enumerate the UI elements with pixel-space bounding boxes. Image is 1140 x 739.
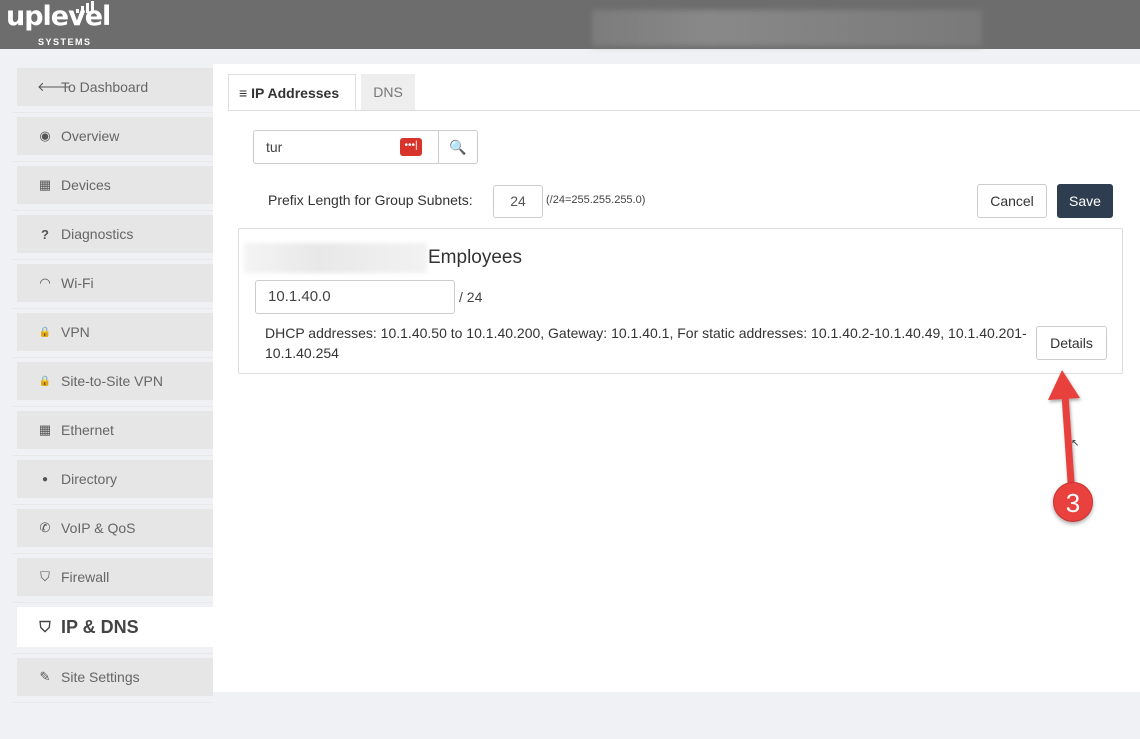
building-icon: ▦: [38, 422, 52, 437]
shield-icon: ⛉: [40, 569, 50, 584]
logo-signal-icon: [76, 1, 96, 13]
eye-icon: ◉: [39, 128, 51, 143]
sidebar-item-label: Ethernet: [61, 422, 114, 438]
tab-bar: ≡ IP Addresses DNS: [228, 74, 1140, 111]
sidebar-item-site-to-site-vpn[interactable]: 🔒 Site-to-Site VPN: [12, 358, 213, 407]
lock-icon: 🔒: [38, 326, 52, 338]
sidebar-item-label: IP & DNS: [61, 616, 139, 637]
sidebar-item-voip-qos[interactable]: ✆ VoIP & QoS: [12, 505, 213, 554]
question-icon: ?: [41, 226, 49, 242]
sidebar-item-wifi[interactable]: ◠ Wi-Fi: [12, 260, 213, 309]
sidebar-item-label: VPN: [61, 324, 90, 340]
tab-dns[interactable]: DNS: [361, 74, 415, 110]
sidebar-item-overview[interactable]: ◉ Overview: [12, 113, 213, 162]
arrow-left-icon: 🡐: [37, 79, 72, 94]
user-icon: ●: [41, 473, 49, 485]
top-bar: uplevel SYSTEMS: [0, 0, 1140, 49]
details-button[interactable]: Details: [1036, 326, 1107, 360]
sidebar-item-directory[interactable]: ● Directory: [12, 456, 213, 505]
cancel-button[interactable]: Cancel: [977, 184, 1047, 218]
search-icon: 🔍: [449, 139, 467, 155]
edit-icon: ✎: [39, 669, 51, 684]
redacted-site-name: [592, 10, 982, 46]
prefix-length-label: Prefix Length for Group Subnets:: [268, 192, 473, 208]
network-address-input[interactable]: 10.1.40.0: [255, 280, 455, 314]
sidebar: 🡐 To Dashboard ◉ Overview ▦ Devices ? Diagno…: [12, 64, 213, 703]
sidebar-item-diagnostics[interactable]: ? Diagnostics: [12, 211, 213, 260]
tab-label: IP Addresses: [251, 85, 340, 101]
password-manager-icon[interactable]: •••|: [400, 138, 422, 156]
sidebar-item-label: Site-to-Site VPN: [61, 373, 163, 389]
step-number-badge: 3: [1053, 482, 1093, 522]
sidebar-item-label: Directory: [61, 471, 118, 487]
sidebar-item-to-dashboard[interactable]: 🡐 To Dashboard: [12, 64, 213, 113]
redacted-group-prefix: [244, 243, 427, 273]
group-subnet-panel: Employees 10.1.40.0 / 24 DHCP addresses:…: [238, 228, 1123, 374]
wifi-icon: ◠: [39, 275, 51, 290]
search-button[interactable]: 🔍: [438, 130, 478, 164]
list-icon: ≡: [239, 85, 248, 101]
sidebar-item-ip-dns[interactable]: ⛉ IP & DNS: [12, 603, 213, 654]
phone-icon: ✆: [39, 520, 51, 535]
sidebar-item-label: Overview: [61, 128, 120, 144]
sidebar-item-label: Devices: [61, 177, 111, 193]
prefix-length-input[interactable]: 24: [493, 185, 543, 218]
sidebar-item-label: Diagnostics: [61, 226, 134, 242]
logo-subtitle: SYSTEMS: [38, 37, 92, 47]
sidebar-item-label: Firewall: [61, 569, 110, 585]
sidebar-item-devices[interactable]: ▦ Devices: [12, 162, 213, 211]
sidebar-item-ethernet[interactable]: ▦ Ethernet: [12, 407, 213, 456]
lock-icon: 🔒: [38, 375, 52, 387]
group-name: Employees: [428, 247, 522, 268]
prefix-length-hint: (/24=255.255.255.0): [546, 194, 646, 206]
building-icon: ▦: [38, 177, 52, 192]
sidebar-item-label: Site Settings: [61, 669, 140, 685]
sidebar-item-label: To Dashboard: [61, 79, 149, 95]
sidebar-item-vpn[interactable]: 🔒 VPN: [12, 309, 213, 358]
sidebar-item-label: VoIP & QoS: [61, 520, 136, 536]
sidebar-item-firewall[interactable]: ⛉ Firewall: [12, 554, 213, 603]
tab-ip-addresses[interactable]: ≡ IP Addresses: [228, 74, 356, 110]
sidebar-item-site-settings[interactable]: ✎ Site Settings: [12, 654, 213, 703]
subnet-suffix: / 24: [459, 289, 483, 305]
uplevel-logo[interactable]: uplevel SYSTEMS: [6, 1, 111, 47]
shield-icon: ⛉: [39, 618, 51, 636]
main-content: ≡ IP Addresses DNS tur •••| 🔍 Prefix Leng…: [213, 64, 1140, 692]
save-button[interactable]: Save: [1057, 184, 1113, 218]
dhcp-description: DHCP addresses: 10.1.40.50 to 10.1.40.20…: [265, 325, 1027, 361]
sidebar-item-label: Wi-Fi: [61, 275, 94, 291]
